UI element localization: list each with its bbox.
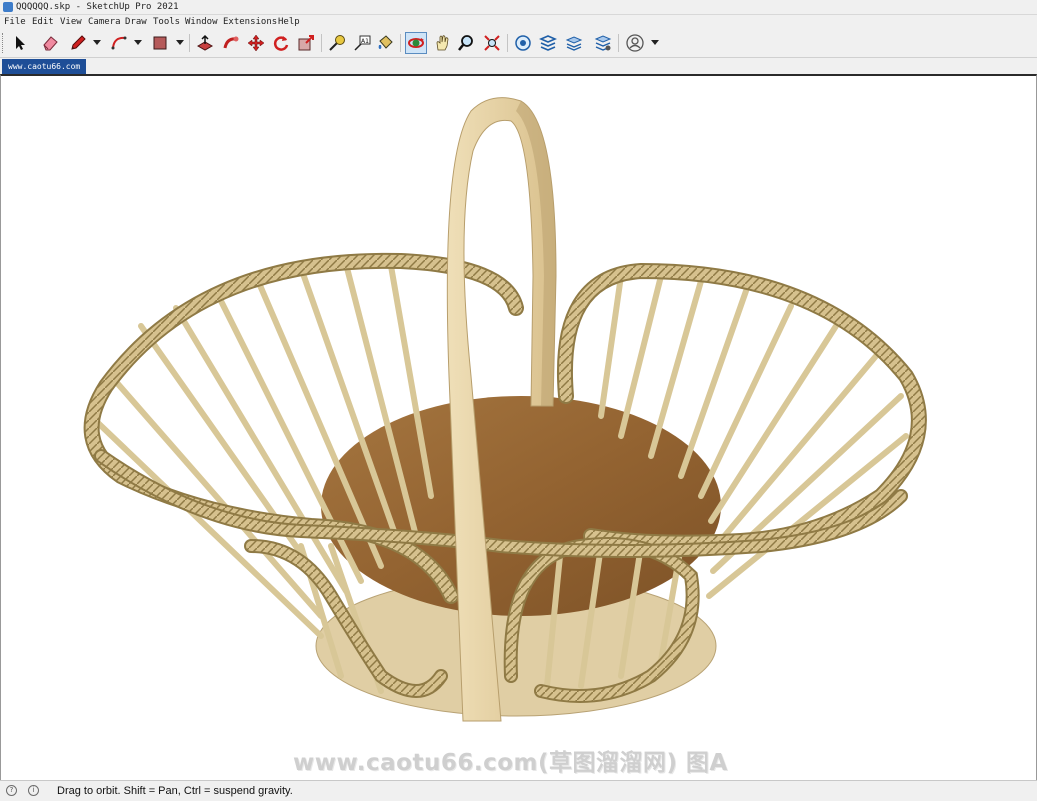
rotate-tool-button[interactable] [270,32,292,54]
scale-tool-button[interactable] [295,32,317,54]
menu-view[interactable]: View [60,15,82,29]
svg-text:A1: A1 [361,38,369,45]
pan-icon [436,35,449,51]
push-pull-icon [196,34,214,51]
status-text: Drag to orbit. Shift = Pan, Ctrl = suspe… [57,785,293,797]
arc-dropdown-icon[interactable] [134,40,142,45]
rectangle-icon [153,36,167,50]
menu-help[interactable]: Help [278,15,300,29]
tape-measure-tool-button[interactable] [326,32,348,54]
menu-draw[interactable]: Draw [125,15,147,29]
scene-tab[interactable]: www.caotu66.com [2,59,87,74]
rectangle-tool-button[interactable] [149,32,171,54]
toolbar-separator [321,34,322,52]
window-title: QQQQQQ.skp - SketchUp Pro 2021 [16,2,179,12]
info-icon[interactable]: i [28,785,39,796]
zoom-icon [458,35,473,51]
extension-manager-icon [594,35,612,51]
paint-bucket-icon [378,35,393,49]
account-button[interactable] [624,32,646,54]
zoom-tool-button[interactable] [455,32,477,54]
menu-edit[interactable]: Edit [32,15,54,29]
extension-warehouse-button[interactable] [537,32,559,54]
drawing-viewport[interactable]: www.caotu66.com(草图溜溜网) 图A [0,74,1037,780]
move-tool-button[interactable] [245,32,267,54]
account-dropdown-icon[interactable] [651,40,659,45]
eraser-tool-button[interactable] [39,32,61,54]
orbit-tool-button[interactable] [405,32,427,54]
zoom-extents-tool-button[interactable] [481,32,503,54]
large-tool-set-toolbar: A1 [0,29,1037,58]
scene-tabs: www.caotu66.com [0,58,1037,74]
scale-icon [298,35,314,51]
push-pull-tool-button[interactable] [194,32,216,54]
layout-button[interactable] [563,32,585,54]
wicker-basket-model [83,97,927,722]
toolbar-separator [507,34,508,52]
text-tool-button[interactable]: A1 [351,32,373,54]
move-icon [247,34,265,52]
geo-location-icon[interactable]: ? [6,785,17,796]
extension-manager-button[interactable] [592,32,614,54]
arc-icon [111,36,127,50]
pencil-tool-button[interactable] [67,32,89,54]
follow-me-icon [223,36,239,49]
pencil-icon [71,35,86,50]
title-bar: QQQQQQ.skp - SketchUp Pro 2021 [0,0,1037,15]
watermark-text: www.caotu66.com(草图溜溜网) 图A [293,750,728,776]
arc-tool-button[interactable] [108,32,130,54]
zoom-extents-icon [484,35,500,51]
menu-tools[interactable]: Tools [153,15,180,29]
warehouse-icon [515,35,531,51]
eraser-icon [43,36,58,51]
menu-window[interactable]: Window [185,15,218,29]
toolbar-grip[interactable] [2,33,6,53]
menu-bar: File Edit View Camera Draw Tools Window … [0,15,1037,29]
menu-extensions[interactable]: Extensions [223,15,277,29]
rectangle-dropdown-icon[interactable] [176,40,184,45]
rotate-icon [273,36,289,51]
pencil-dropdown-icon[interactable] [93,40,101,45]
tape-measure-icon [329,35,345,51]
select-tool-button[interactable] [9,32,31,54]
account-icon [626,34,644,52]
menu-file[interactable]: File [4,15,26,29]
3d-warehouse-button[interactable] [512,32,534,54]
menu-camera[interactable]: Camera [88,15,121,29]
toolbar-separator [618,34,619,52]
toolbar-separator [400,34,401,52]
toolbar-separator [189,34,190,52]
follow-me-tool-button[interactable] [220,32,242,54]
sketchup-app-icon [3,2,13,12]
pan-tool-button[interactable] [431,32,453,54]
text-icon: A1 [354,35,371,51]
extension-warehouse-icon [539,35,557,51]
layout-icon [565,36,583,51]
orbit-icon [408,38,424,48]
paint-bucket-tool-button[interactable] [374,32,396,54]
select-icon [16,36,25,50]
status-bar: ? i Drag to orbit. Shift = Pan, Ctrl = s… [0,780,1037,801]
